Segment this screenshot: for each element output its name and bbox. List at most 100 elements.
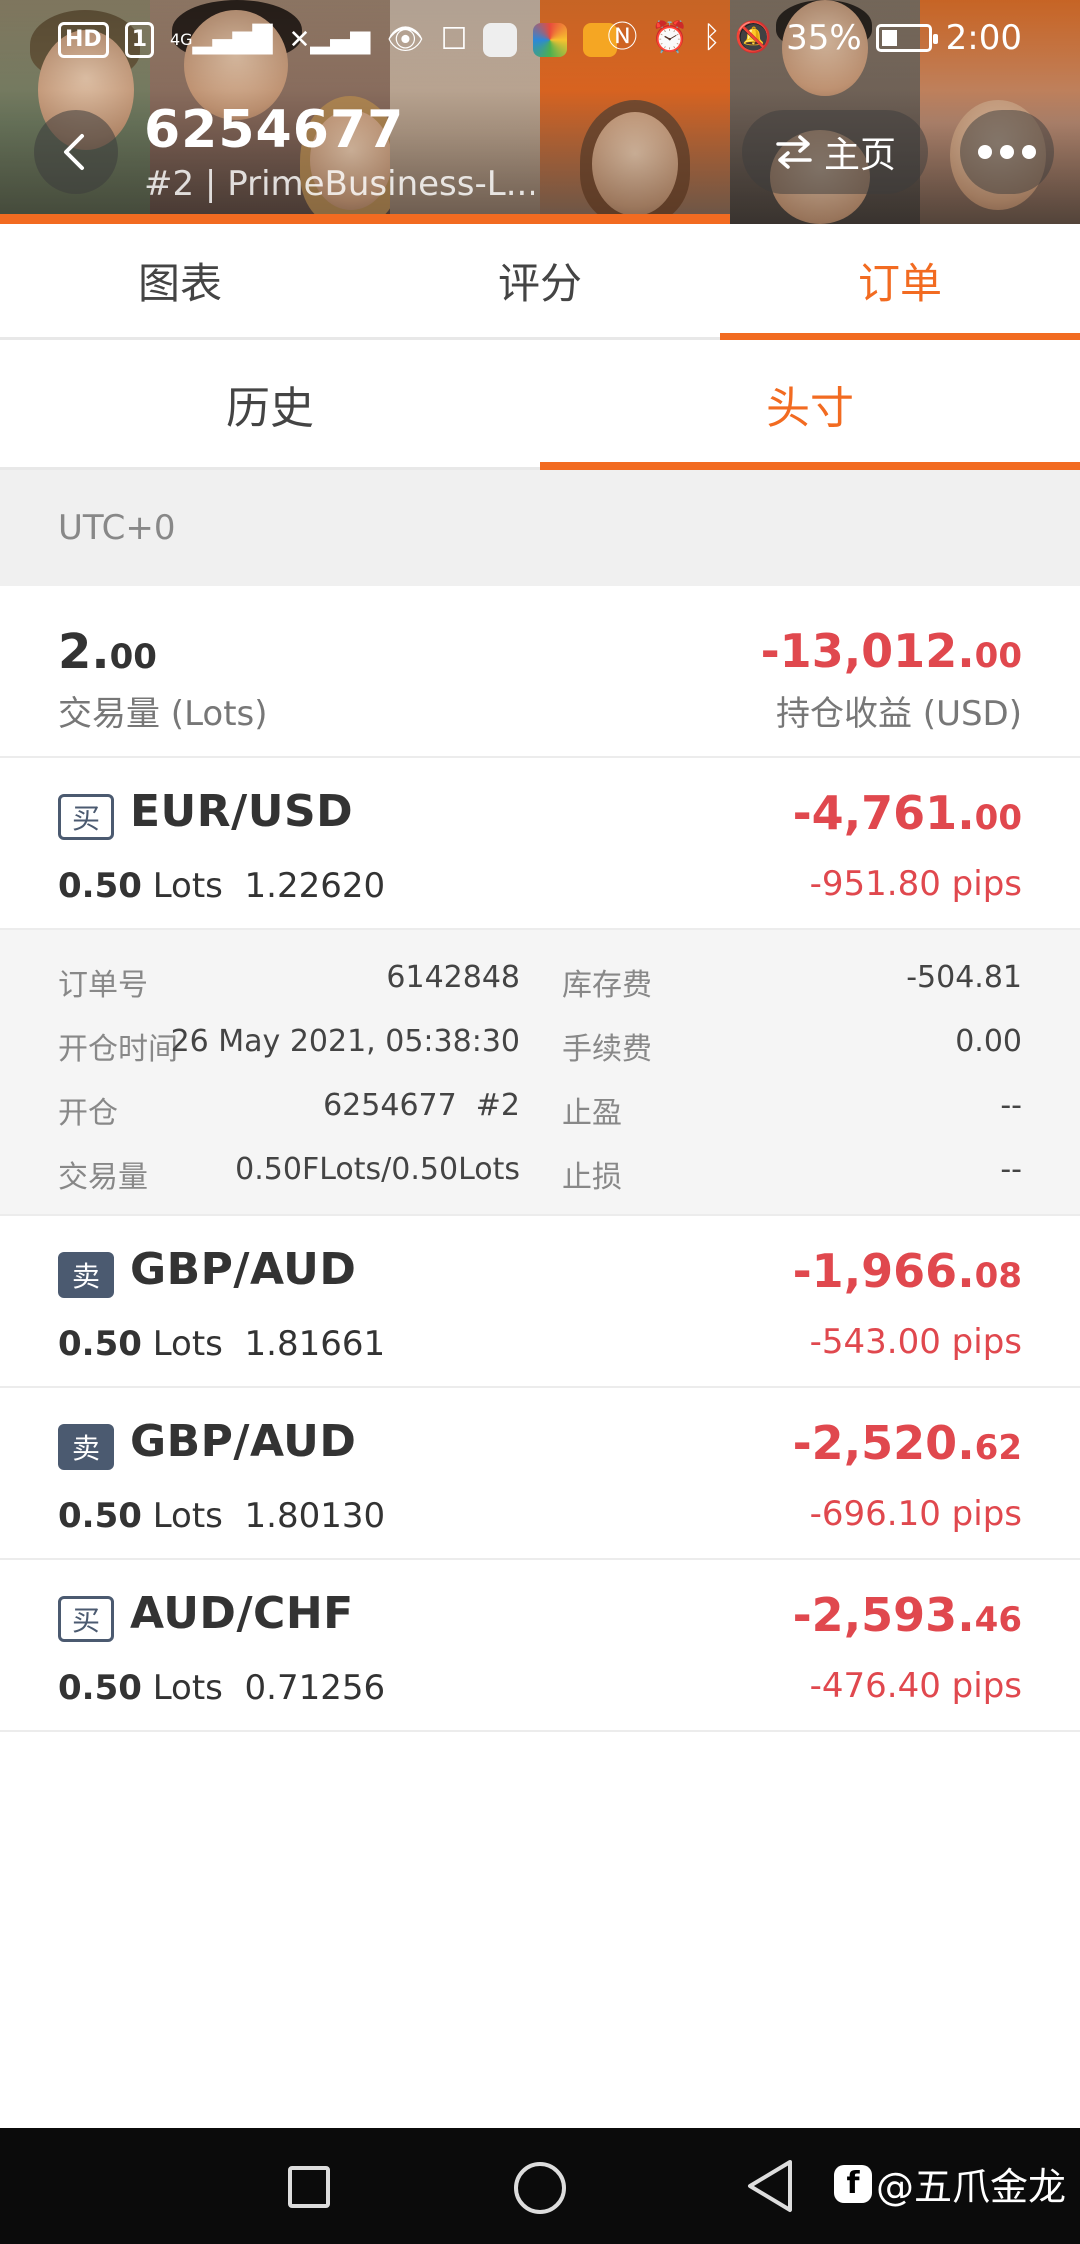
position-lots: 0.50 Lots 1.80130 <box>58 1496 385 1536</box>
position-symbol: AUD/CHF <box>130 1588 354 1639</box>
watermark: f @五爪金龙 <box>833 2156 1066 2211</box>
chevron-left-icon <box>64 134 84 170</box>
hd-badge: HD <box>58 22 109 58</box>
position-symbol: GBP/AUD <box>130 1416 357 1467</box>
back-button[interactable] <box>34 110 118 194</box>
side-badge: 卖 <box>58 1252 114 1298</box>
pnl-dec: 08 <box>974 1256 1022 1296</box>
main-tabs: 图表 评分 订单 <box>0 224 1080 340</box>
position-pnl: -2,593.46 <box>793 1588 1022 1642</box>
total-pnl-int: -13,012. <box>760 624 975 678</box>
pnl-int: -2,593. <box>792 1588 975 1642</box>
status-bar: HD 1 4G▂▄▆█ ✕▂▄▆ 👁 ☐ Ⓝ ⏰ ᛒ 🔕 35% 2:00 <box>0 0 1080 80</box>
eye-icon: 👁 <box>386 22 425 57</box>
lots-unit: Lots <box>152 1496 223 1536</box>
position-lots: 0.50 Lots 1.22620 <box>58 866 385 906</box>
open-label: 开仓 <box>58 1096 118 1131</box>
take-profit-value: -- <box>1000 1088 1022 1123</box>
account-title-block: 6254677 #2 | PrimeBusiness-L... <box>144 98 534 206</box>
header-banner: HD 1 4G▂▄▆█ ✕▂▄▆ 👁 ☐ Ⓝ ⏰ ᛒ 🔕 35% 2:00 62… <box>0 0 1080 224</box>
volume-label: 交易量 <box>58 1160 148 1195</box>
position-row[interactable]: 卖 GBP/AUD 0.50 Lots 1.81661 -1,966.08 -5… <box>0 1216 1080 1388</box>
nfc-icon: Ⓝ <box>607 20 638 55</box>
home-nav-button[interactable] <box>514 2162 566 2214</box>
open-time-label: 开仓时间 <box>58 1032 178 1067</box>
lots-value: 0.50 <box>58 1324 142 1364</box>
more-options-button[interactable] <box>960 110 1054 194</box>
lots-unit: Lots <box>152 1668 223 1708</box>
side-badge: 买 <box>58 794 114 840</box>
system-nav-bar: f @五爪金龙 <box>0 2128 1080 2244</box>
position-pips: -543.00 pips <box>809 1322 1022 1362</box>
battery-percent: 35% <box>786 18 862 58</box>
position-pips: -476.40 pips <box>809 1666 1022 1706</box>
position-lots: 0.50 Lots 0.71256 <box>58 1668 385 1708</box>
huawei-app-icon <box>483 23 518 57</box>
position-pnl: -2,520.62 <box>793 1416 1022 1470</box>
lots-value: 0.50 <box>58 866 142 906</box>
alarm-icon: ⏰ <box>651 20 689 55</box>
account-subtitle: #2 | PrimeBusiness-L... <box>144 164 534 204</box>
side-badge: 买 <box>58 1596 114 1642</box>
take-profit-label: 止盈 <box>562 1096 622 1131</box>
open-time-value: 26 May 2021, 05:38:30 <box>170 1024 520 1059</box>
detail-row: 订单号 6142848 库存费 -504.81 <box>0 960 1080 1024</box>
recent-apps-button[interactable] <box>288 2166 330 2208</box>
total-pnl-dec: 00 <box>974 636 1022 676</box>
commission-label: 手续费 <box>562 1032 652 1067</box>
swap-value: -504.81 <box>906 960 1022 995</box>
timezone-label: UTC+0 <box>58 508 176 548</box>
swap-icon <box>776 135 812 169</box>
total-pnl-label: 持仓收益 (USD) <box>776 694 1022 734</box>
account-number: 6254677 <box>144 100 405 160</box>
lots-unit: Lots <box>152 1324 223 1364</box>
detail-row: 开仓时间 26 May 2021, 05:38:30 手续费 0.00 <box>0 1024 1080 1088</box>
side-badge: 卖 <box>58 1424 114 1470</box>
position-lots: 0.50 Lots 1.81661 <box>58 1324 385 1364</box>
pnl-dec: 46 <box>974 1600 1022 1640</box>
lots-unit: Lots <box>152 866 223 906</box>
more-dot-icon <box>1022 145 1036 159</box>
position-row[interactable]: 卖 GBP/AUD 0.50 Lots 1.80130 -2,520.62 -6… <box>0 1388 1080 1560</box>
total-pnl: -13,012.00 <box>761 624 1022 678</box>
total-volume-int: 2. <box>58 624 110 680</box>
battery-icon <box>875 24 938 52</box>
signal-icon: 4G▂▄▆█ <box>170 25 273 55</box>
order-number-value: 6142848 <box>386 960 520 995</box>
open-price: 0.71256 <box>244 1668 386 1708</box>
open-price: 1.80130 <box>244 1496 386 1536</box>
mute-icon: 🔕 <box>734 20 773 55</box>
subtab-positions[interactable]: 头寸 <box>540 340 1080 470</box>
timezone-bar: UTC+0 <box>0 470 1080 586</box>
detail-row: 开仓 6254677 #2 止盈 -- <box>0 1088 1080 1152</box>
tab-orders[interactable]: 订单 <box>720 224 1080 340</box>
subtab-history[interactable]: 历史 <box>0 340 540 467</box>
banner-accent-strip <box>0 214 730 224</box>
position-row[interactable]: 买 AUD/CHF 0.50 Lots 0.71256 -2,593.46 -4… <box>0 1560 1080 1732</box>
lots-value: 0.50 <box>58 1668 142 1708</box>
commission-value: 0.00 <box>955 1024 1022 1059</box>
facebook-icon: f <box>833 2164 872 2203</box>
position-pips: -696.10 pips <box>809 1494 1022 1534</box>
position-pnl: -4,761.00 <box>793 786 1022 840</box>
open-price: 1.22620 <box>244 866 386 906</box>
positions-summary: 2. 00 交易量 (Lots) -13,012.00 持仓收益 (USD) <box>0 586 1080 758</box>
order-number-label: 订单号 <box>58 968 148 1003</box>
sim-badge: 1 <box>124 22 154 58</box>
home-label: 主页 <box>823 135 896 176</box>
back-nav-button[interactable] <box>744 2158 796 2214</box>
tab-chart[interactable]: 图表 <box>0 224 360 337</box>
bluetooth-icon: ᛒ <box>702 20 721 55</box>
battery-fill <box>881 30 897 46</box>
tab-rating[interactable]: 评分 <box>360 224 720 337</box>
open-price: 1.81661 <box>244 1324 386 1364</box>
pnl-int: -2,520. <box>792 1416 975 1470</box>
watermark-text: @五爪金龙 <box>875 2165 1066 2209</box>
position-symbol: GBP/AUD <box>130 1244 357 1295</box>
order-subtabs: 历史 头寸 <box>0 340 1080 470</box>
home-button[interactable]: 主页 <box>742 110 928 194</box>
total-volume-label: 交易量 (Lots) <box>58 694 268 734</box>
volume-value: 0.50FLots/0.50Lots <box>235 1152 520 1187</box>
position-row[interactable]: 买 EUR/USD 0.50 Lots 1.22620 -4,761.00 -9… <box>0 758 1080 930</box>
pnl-int: -4,761. <box>792 786 975 840</box>
